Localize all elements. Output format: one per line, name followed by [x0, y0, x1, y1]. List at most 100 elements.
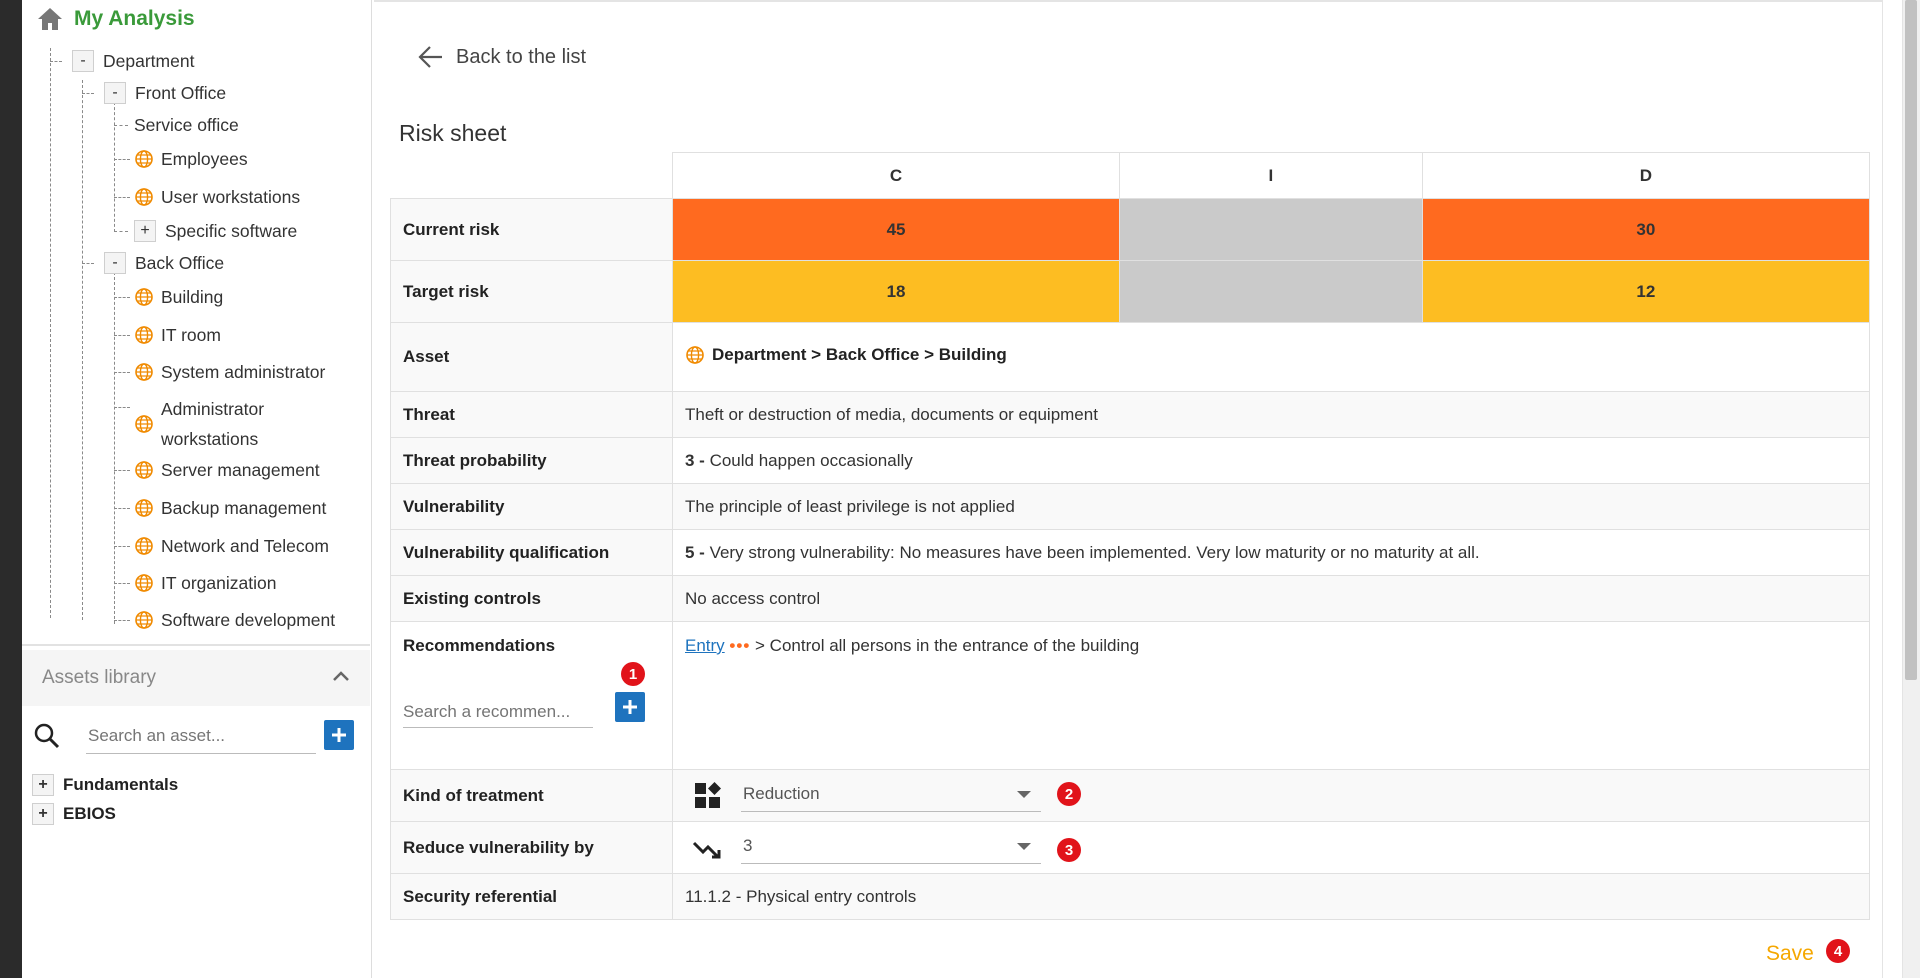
- vulnerability-qualification-cell: 5 - Very strong vulnerability: No measur…: [672, 529, 1870, 576]
- probability-text: Could happen occasionally: [709, 450, 913, 470]
- tree-node-front-office[interactable]: - Front Office: [104, 80, 226, 106]
- referential-text: Physical entry controls: [746, 886, 917, 906]
- risk-sheet-table: C I D Current risk 45 30 Target risk 18 …: [390, 152, 1871, 920]
- add-asset-button[interactable]: [324, 720, 354, 750]
- table-row-existing-controls: Existing controls No access control: [390, 575, 1870, 622]
- tree-node-backup-management[interactable]: Backup management: [134, 495, 326, 521]
- recommendation-search-input[interactable]: [403, 696, 593, 728]
- vulnerability-value: The principle of least privilege is not …: [672, 483, 1870, 530]
- row-label: Vulnerability: [390, 483, 673, 530]
- collapse-toggle[interactable]: -: [72, 50, 94, 72]
- save-button[interactable]: Save: [1766, 942, 1814, 966]
- globe-icon: [134, 287, 154, 307]
- globe-icon: [134, 187, 154, 207]
- library-item-fundamentals[interactable]: + Fundamentals: [32, 774, 178, 796]
- table-row-vulnerability-qualification: Vulnerability qualification 5 - Very str…: [390, 529, 1870, 576]
- chevron-up-icon[interactable]: [332, 670, 350, 682]
- tree-node-specific-software[interactable]: + Specific software: [134, 218, 297, 244]
- tree-node-label: Front Office: [135, 82, 227, 103]
- my-analysis-header[interactable]: My Analysis: [36, 4, 195, 34]
- assets-library-header[interactable]: Assets library: [22, 650, 370, 706]
- library-item-label: EBIOS: [63, 804, 116, 823]
- tree-node-label: Department: [103, 50, 195, 71]
- target-risk-i: [1119, 260, 1423, 323]
- row-label: Target risk: [390, 260, 673, 323]
- sidebar: My Analysis - Department - Front Office …: [22, 0, 372, 978]
- globe-icon: [685, 345, 705, 365]
- existing-controls-value: No access control: [672, 575, 1870, 622]
- page-title: Risk sheet: [399, 120, 507, 146]
- step-badge: 1: [621, 662, 645, 686]
- caret-down-icon: [1017, 791, 1031, 798]
- table-row-kind-of-treatment: Kind of treatment Reduction 2: [390, 769, 1870, 822]
- expand-toggle[interactable]: +: [134, 220, 156, 242]
- scrollbar-thumb[interactable]: [1905, 0, 1917, 680]
- target-risk-d: 12: [1421, 260, 1871, 323]
- collapse-toggle[interactable]: -: [104, 82, 126, 104]
- table-row-recommendations: Recommendations 1 Entry ••• > Control al…: [390, 621, 1870, 770]
- recommendation-text: > Control all persons in the entrance of…: [755, 636, 1140, 655]
- tree-node-label: Network and Telecom: [161, 535, 329, 556]
- step-badge: 4: [1826, 939, 1850, 963]
- tree-node-label: IT organization: [161, 572, 277, 593]
- table-row-vulnerability: Vulnerability The principle of least pri…: [390, 483, 1870, 530]
- trending-down-icon: [692, 841, 721, 859]
- step-badge: 3: [1057, 838, 1081, 862]
- qualification-text: Very strong vulnerability: No measures h…: [709, 542, 1480, 562]
- reduce-vulnerability-select[interactable]: 3: [741, 828, 1041, 864]
- tree-node-server-management[interactable]: Server management: [134, 457, 320, 483]
- globe-icon: [134, 573, 154, 593]
- globe-icon: [134, 536, 154, 556]
- column-header-d: D: [1421, 152, 1871, 199]
- library-item-ebios[interactable]: + EBIOS: [32, 803, 116, 825]
- tree-node-label: Building: [161, 286, 224, 307]
- asset-search-row: [28, 716, 368, 756]
- row-label: Vulnerability qualification: [390, 529, 673, 576]
- asset-path: Department > Back Office > Building: [712, 344, 1007, 364]
- arrow-left-icon: [418, 46, 442, 68]
- tree-node-it-organization[interactable]: IT organization: [134, 570, 276, 596]
- top-divider: [374, 0, 1882, 2]
- add-icon: [332, 728, 346, 742]
- target-risk-c: 18: [671, 260, 1121, 323]
- library-item-label: Fundamentals: [63, 775, 179, 794]
- row-label: Security referential: [390, 873, 673, 920]
- more-dots-icon[interactable]: •••: [729, 636, 750, 655]
- add-recommendation-button[interactable]: [615, 692, 645, 722]
- tree-node-department[interactable]: - Department: [72, 48, 194, 74]
- back-to-list-link[interactable]: Back to the list: [416, 44, 586, 70]
- tree-node-it-room[interactable]: IT room: [134, 322, 221, 348]
- tree-node-service-office[interactable]: Service office: [134, 112, 239, 138]
- tree-node-user-workstations[interactable]: User workstations: [134, 184, 300, 210]
- tree-node-administrator-workstations[interactable]: Administrator workstations: [134, 394, 264, 454]
- recommendations-label-cell: Recommendations 1: [390, 621, 673, 770]
- probability-level: 3 -: [685, 450, 705, 470]
- home-icon: [38, 8, 62, 30]
- table-header-row: C I D: [390, 152, 1871, 199]
- row-label: Recommendations: [403, 636, 556, 655]
- table-row-threat-probability: Threat probability 3 - Could happen occa…: [390, 437, 1870, 484]
- tree-node-network-and-telecom[interactable]: Network and Telecom: [134, 533, 329, 559]
- row-label: Threat: [390, 391, 673, 438]
- tree-node-software-development[interactable]: Software development: [134, 607, 335, 633]
- tree-node-building[interactable]: Building: [134, 284, 223, 310]
- asset-cell: Department > Back Office > Building: [672, 322, 1870, 392]
- tree-node-system-administrator[interactable]: System administrator: [134, 359, 325, 385]
- kind-of-treatment-select[interactable]: Reduction: [741, 776, 1041, 812]
- collapse-toggle[interactable]: -: [104, 252, 126, 274]
- assets-library-title: Assets library: [42, 667, 157, 688]
- reduce-vulnerability-cell: 3 3: [672, 821, 1870, 874]
- tree-node-label: User workstations: [161, 186, 301, 207]
- tree-node-employees[interactable]: Employees: [134, 146, 248, 172]
- expand-toggle[interactable]: +: [32, 774, 54, 796]
- row-label: Current risk: [390, 198, 673, 261]
- tree-node-back-office[interactable]: - Back Office: [104, 250, 224, 276]
- recommendation-link[interactable]: Entry: [685, 636, 725, 655]
- globe-icon: [134, 498, 154, 518]
- column-header-i: I: [1119, 152, 1423, 199]
- row-label: Asset: [390, 322, 673, 392]
- globe-icon: [134, 610, 154, 630]
- tree-node-label: System administrator: [161, 361, 326, 382]
- expand-toggle[interactable]: +: [32, 803, 54, 825]
- asset-search-input[interactable]: [86, 718, 316, 754]
